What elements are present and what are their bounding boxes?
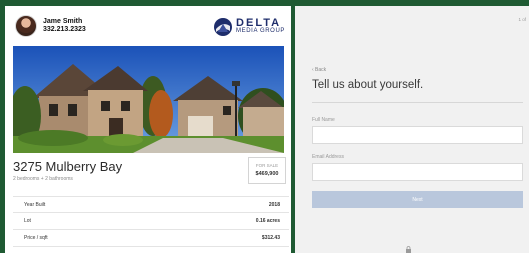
logo-subtitle: MEDIA GROUP — [236, 28, 285, 34]
logo-globe-icon — [214, 18, 233, 36]
listing-facts-table: Year Built 2018 Lot 0.16 acres Price / s… — [13, 196, 289, 247]
listing-rooms: 2 bedrooms + 2 bathrooms — [13, 176, 73, 182]
form-heading: Tell us about yourself. — [312, 79, 424, 91]
table-row: Price / sqft $312.43 — [13, 230, 289, 247]
fact-value: 2018 — [268, 201, 280, 208]
full-name-label: Full Name — [312, 117, 335, 123]
email-label: Email Address — [312, 154, 344, 160]
fact-label: Price / sqft — [24, 235, 48, 241]
agent-name: Jame Smith — [43, 18, 83, 25]
listing-address: 3275 Mulberry Bay — [13, 159, 123, 174]
next-button[interactable]: Next — [312, 191, 523, 208]
fact-value: 0.16 acres — [255, 218, 280, 224]
logo-title: DELTA — [236, 17, 282, 29]
agent-phone: 332.213.2323 — [43, 26, 86, 33]
back-link[interactable]: ‹ Back — [312, 67, 326, 73]
price-value: $469,900 — [255, 171, 279, 177]
agent-info: Jame Smith 332.213.2323 — [43, 18, 86, 34]
fact-label: Lot — [24, 218, 31, 224]
price-box: FOR SALE $469,900 — [248, 157, 286, 184]
agent-avatar — [15, 15, 37, 37]
house-photo — [13, 46, 284, 153]
price-label: FOR SALE — [255, 163, 279, 168]
full-name-field[interactable] — [312, 126, 523, 144]
lock-icon — [406, 246, 411, 253]
fact-label: Year Built — [24, 201, 46, 208]
fact-value: $312.43 — [261, 235, 280, 241]
company-logo: DELTA MEDIA GROUP — [213, 17, 285, 37]
divider — [312, 102, 523, 103]
table-row: Lot 0.16 acres — [13, 213, 289, 230]
page-indicator: 1 of — [518, 17, 526, 22]
email-field[interactable] — [312, 163, 523, 181]
agent-header: Jame Smith 332.213.2323 — [15, 15, 86, 37]
table-row: Year Built 2018 — [13, 196, 289, 213]
